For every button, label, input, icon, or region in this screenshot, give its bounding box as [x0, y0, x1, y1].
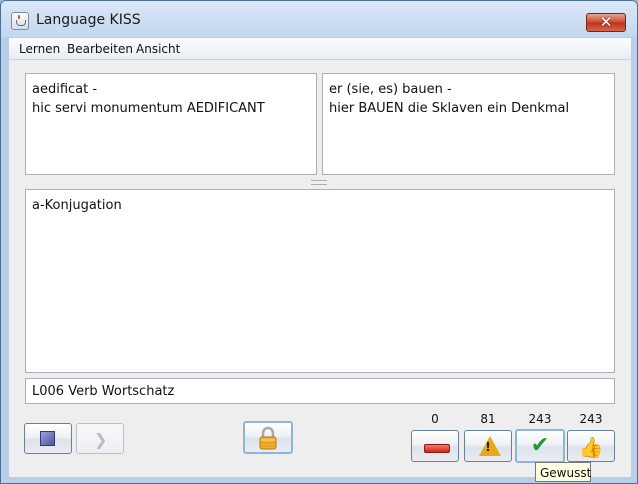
menu-bar: Lernen Bearbeiten Ansicht	[9, 38, 631, 60]
next-arrow-icon: ❯	[94, 430, 108, 449]
stop-square-icon	[40, 431, 55, 446]
lesson-field[interactable]: L006 Verb Wortschatz	[25, 378, 615, 404]
warning-exclamation: !	[485, 440, 491, 454]
well-known-button[interactable]: 👍	[567, 430, 615, 462]
split-pane-divider[interactable]	[311, 180, 327, 185]
stop-button[interactable]	[24, 423, 72, 454]
count-not-known: 0	[431, 412, 439, 426]
count-well-known: 243	[579, 412, 603, 426]
tooltip-text: Gewusst	[540, 466, 592, 480]
next-button[interactable]: ❯	[76, 423, 124, 454]
close-icon: ✕	[599, 13, 613, 31]
question-text: aedificat - hic servi monumentum AEDIFIC…	[32, 82, 265, 116]
title-bar[interactable]: Language KISS ✕	[1, 1, 637, 37]
padlock-icon	[259, 426, 277, 450]
close-button[interactable]: ✕	[586, 13, 626, 32]
java-app-icon	[11, 12, 29, 30]
tooltip: Gewusst	[535, 462, 591, 482]
count-known: 243	[528, 412, 552, 426]
checkmark-icon: ✔	[530, 433, 550, 458]
question-panel[interactable]: aedificat - hic servi monumentum AEDIFIC…	[25, 73, 317, 175]
menu-lernen[interactable]: Lernen	[19, 42, 60, 56]
main-content: aedificat - hic servi monumentum AEDIFIC…	[9, 60, 631, 482]
menu-ansicht[interactable]: Ansicht	[136, 42, 180, 56]
notes-text: a-Konjugation	[32, 198, 122, 213]
notes-panel[interactable]: a-Konjugation	[25, 189, 615, 373]
answer-text: er (sie, es) bauen - hier BAUEN die Skla…	[329, 82, 570, 116]
known-button[interactable]: ✔	[515, 429, 565, 463]
window-title: Language KISS	[36, 12, 141, 28]
lesson-label: L006 Verb Wortschatz	[32, 384, 175, 399]
minus-icon	[424, 444, 450, 453]
not-known-button[interactable]	[411, 430, 459, 462]
application-window: Language KISS ✕ Lernen Bearbeiten Ansich…	[0, 0, 638, 484]
unsure-button[interactable]: !	[464, 430, 512, 462]
count-unsure: 81	[480, 412, 496, 426]
answer-panel[interactable]: er (sie, es) bauen - hier BAUEN die Skla…	[322, 73, 615, 175]
lock-button[interactable]	[243, 421, 293, 454]
menu-bearbeiten[interactable]: Bearbeiten	[67, 42, 133, 56]
thumbs-up-icon: 👍	[578, 435, 604, 459]
